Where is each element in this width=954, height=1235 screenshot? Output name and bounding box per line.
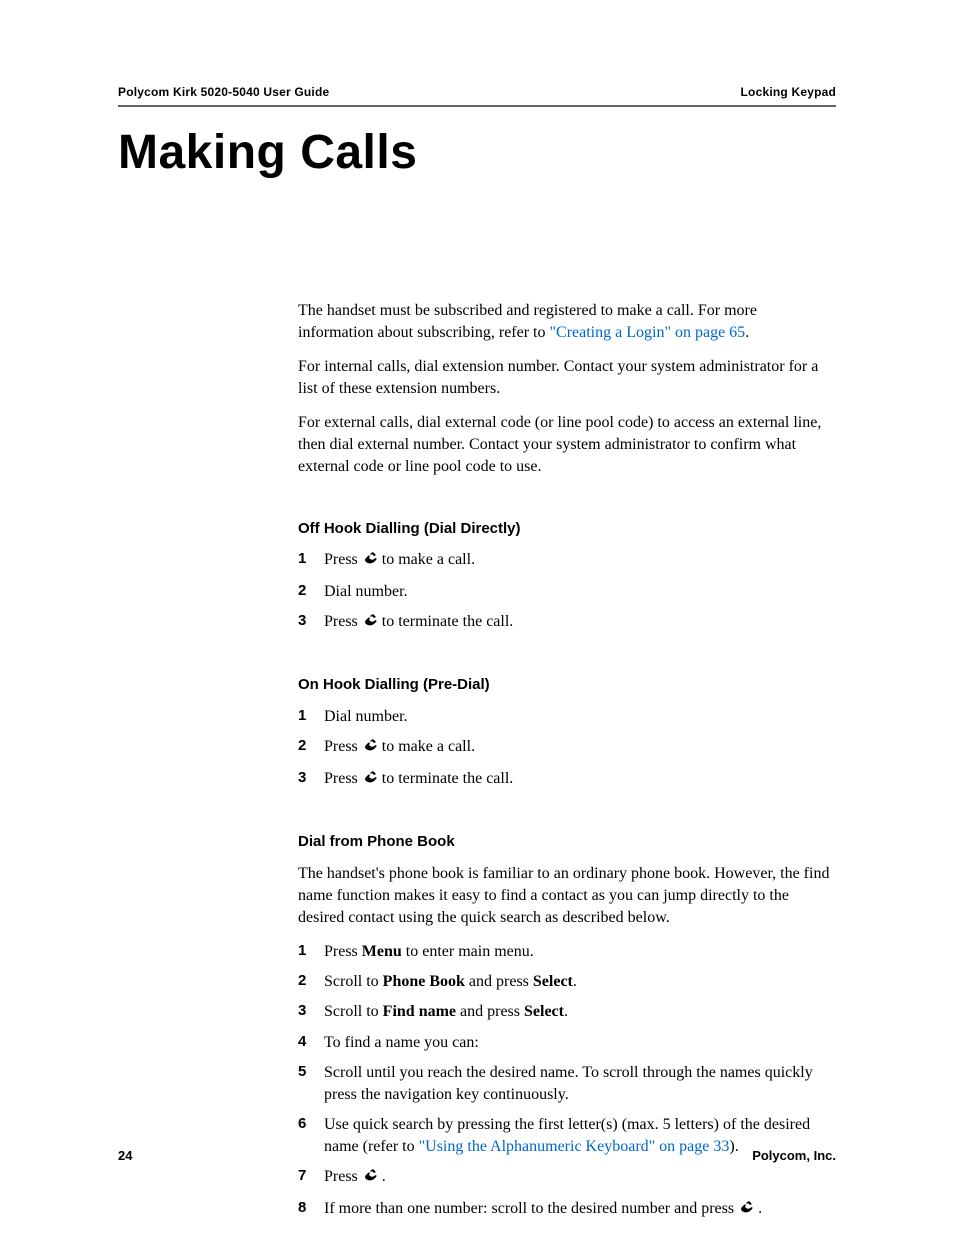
intro-p1: The handset must be subscribed and regis… [298, 300, 836, 344]
hook-icon [738, 1199, 754, 1222]
hook-icon [362, 769, 378, 792]
pb-s2-bold: Phone Book [383, 973, 465, 990]
pb-s3-bold2: Select [524, 1003, 564, 1020]
off-hook-s3-a: Press [324, 613, 362, 630]
heading-on-hook: On Hook Dialling (Pre-Dial) [298, 675, 836, 696]
off-hook-s3-b: to terminate the call. [378, 613, 514, 630]
off-hook-step-2: Dial number. [298, 581, 836, 603]
pb-s2-a: Scroll to [324, 973, 383, 990]
pb-s3-bold: Find name [383, 1003, 456, 1020]
pb-s1-bold: Menu [362, 943, 402, 960]
pb-step-3: Scroll to Find name and press Select. [298, 1001, 836, 1023]
page-title: Making Calls [118, 125, 836, 180]
pb-s2-c: . [573, 973, 577, 990]
off-hook-step-1: Press to make a call. [298, 549, 836, 573]
heading-off-hook: Off Hook Dialling (Dial Directly) [298, 519, 836, 540]
hook-icon [362, 612, 378, 635]
footer-company: Polycom, Inc. [752, 1148, 836, 1163]
pb-s8-a: If more than one number: scroll to the d… [324, 1200, 738, 1217]
steps-off-hook: Press to make a call. Dial number. Press… [298, 549, 836, 635]
pb-s2-bold2: Select [533, 973, 573, 990]
pb-s8-b: . [754, 1200, 762, 1217]
hook-icon [362, 737, 378, 760]
on-hook-s2-a: Press [324, 738, 362, 755]
pb-step-5: Scroll until you reach the desired name.… [298, 1062, 836, 1106]
steps-on-hook: Dial number. Press to make a call. Press… [298, 706, 836, 792]
link-creating-login[interactable]: "Creating a Login" on page 65 [550, 324, 746, 341]
intro-p1-b: . [745, 324, 749, 341]
content: The handset must be subscribed and regis… [298, 300, 836, 1222]
heading-phone-book: Dial from Phone Book [298, 832, 836, 853]
pb-step-8: If more than one number: scroll to the d… [298, 1198, 836, 1222]
pb-s3-c: . [564, 1003, 568, 1020]
pb-s3-a: Scroll to [324, 1003, 383, 1020]
steps-phone-book: Press Menu to enter main menu. Scroll to… [298, 941, 836, 1222]
pb-step-1: Press Menu to enter main menu. [298, 941, 836, 963]
pb-step-7: Press . [298, 1166, 836, 1190]
on-hook-s2-b: to make a call. [378, 738, 475, 755]
pb-s2-b: and press [465, 973, 533, 990]
intro-p2: For internal calls, dial extension numbe… [298, 356, 836, 400]
intro-p3: For external calls, dial external code (… [298, 412, 836, 478]
pb-s7-a: Press [324, 1168, 362, 1185]
pb-s1-b: to enter main menu. [402, 943, 534, 960]
hook-icon [362, 1167, 378, 1190]
phone-book-intro: The handset's phone book is familiar to … [298, 863, 836, 929]
page-header: Polycom Kirk 5020-5040 User Guide Lockin… [118, 85, 836, 99]
pb-s7-b: . [378, 1168, 386, 1185]
off-hook-s1-a: Press [324, 551, 362, 568]
on-hook-step-3: Press to terminate the call. [298, 768, 836, 792]
header-left: Polycom Kirk 5020-5040 User Guide [118, 85, 329, 99]
hook-icon [362, 550, 378, 573]
header-rule [118, 105, 836, 107]
page: Polycom Kirk 5020-5040 User Guide Lockin… [0, 0, 954, 1235]
off-hook-s1-b: to make a call. [378, 551, 475, 568]
on-hook-step-1: Dial number. [298, 706, 836, 728]
pb-s1-a: Press [324, 943, 362, 960]
footer-page-number: 24 [118, 1148, 132, 1163]
on-hook-s3-b: to terminate the call. [378, 770, 514, 787]
pb-step-4: To find a name you can: [298, 1032, 836, 1054]
pb-step-2: Scroll to Phone Book and press Select. [298, 971, 836, 993]
pb-s3-b: and press [456, 1003, 524, 1020]
header-right: Locking Keypad [741, 85, 836, 99]
page-footer: 24 Polycom, Inc. [118, 1148, 836, 1163]
on-hook-step-2: Press to make a call. [298, 736, 836, 760]
on-hook-s3-a: Press [324, 770, 362, 787]
off-hook-step-3: Press to terminate the call. [298, 611, 836, 635]
